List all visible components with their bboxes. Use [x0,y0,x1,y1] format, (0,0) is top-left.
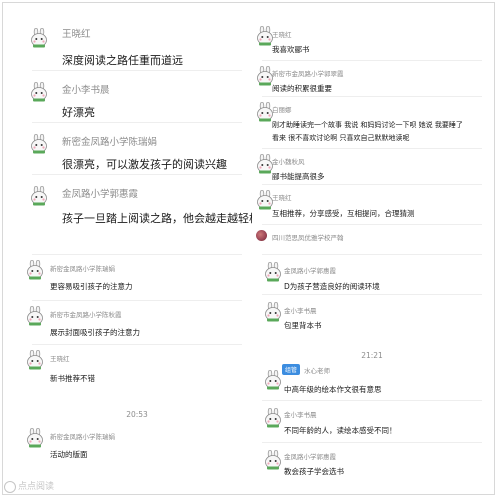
photo-avatar[interactable] [256,230,267,241]
sender-name[interactable]: 金小李书晨 [284,305,317,315]
sender-name[interactable]: 四川范思凤优雅学校严翰 [272,232,344,242]
message-text: 中高年级的绘本作文很有意思 [284,385,382,394]
separator [32,70,242,71]
bunny-avatar-icon[interactable] [264,302,282,322]
sender-name[interactable]: 王晓红 [272,192,292,202]
separator [262,224,482,225]
timestamp: 21:21 [361,351,383,360]
sender-name[interactable]: 王晓红 [62,26,91,40]
separator [262,148,482,149]
timestamp: 20:53 [126,410,148,419]
separator [262,294,482,295]
separator [32,122,242,123]
message-text: 郦书能提高很多 [272,172,325,181]
bunny-avatar-icon[interactable] [26,306,44,326]
message-text: 阅读的积累很重要 [272,84,332,93]
message-text: 展示封面吸引孩子的注意力 [50,328,140,337]
message-text: 更容易吸引孩子的注意力 [50,282,133,291]
separator [262,184,482,185]
message-text: 活动的版面 [50,450,88,459]
separator [262,254,482,255]
sender-name[interactable]: 水心老师 [304,365,330,375]
separator [262,400,482,401]
bunny-avatar-icon[interactable] [30,28,48,48]
left-chat-panel[interactable]: 王晓红 深度阅读之路任重而道远 金小李书晨 好漂亮 新密金凤路小学陈瑞娟 很漂亮… [22,2,252,492]
sender-name[interactable]: 新密金凤路小学陈瑞娟 [62,134,157,148]
bunny-avatar-icon[interactable] [264,450,282,470]
bunny-avatar-icon[interactable] [26,428,44,448]
bunny-avatar-icon[interactable] [264,262,282,282]
separator [32,254,242,255]
message-text: 刚才助睡读完一个故事 我说 和妈妈讨论一下呗 她说 我要睡了 [272,121,463,129]
separator [32,344,242,345]
message-text: D为孩子营造良好的阅读环境 [284,282,380,291]
message-text: 深度阅读之路任重而道远 [62,54,183,67]
message-text: 孩子一旦踏上阅读之路，他会越走越轻松 [62,212,252,225]
sender-name[interactable]: 金凤路小学郭惠霞 [284,265,336,275]
sender-name[interactable]: 金小魏秋风 [272,156,305,166]
right-chat-panel[interactable]: 王晓红 我喜欢郦书 新密市金凤路小学郭翠霞 阅读的积累很重要 白丽娜 刚才助睡读… [252,2,492,492]
sender-name[interactable]: 王晓红 [50,353,70,363]
message-text: 好漂亮 [62,106,95,119]
bunny-avatar-icon[interactable] [30,186,48,206]
separator [262,60,482,61]
message-text: 教会孩子学会选书 [284,467,344,476]
separator [32,300,242,301]
sender-name[interactable]: 新密金凤路小学陈瑞娟 [50,431,115,441]
bunny-avatar-icon[interactable] [26,260,44,280]
watermark-text: 点点阅读 [18,482,55,492]
sender-name[interactable]: 金小李书晨 [284,409,317,419]
watermark-logo-icon [4,480,16,493]
message-text: 互相推荐，分享感受，互相提问，合理猜测 [272,209,415,218]
separator [262,442,482,443]
separator [32,174,242,175]
bunny-avatar-icon[interactable] [30,134,48,154]
message-text-continued: 看来 很不喜欢讨论啊 只喜欢自己默默地读呢 [272,134,410,142]
bunny-avatar-icon[interactable] [264,370,282,390]
message-text: 我喜欢郦书 [272,45,310,54]
bunny-avatar-icon[interactable] [30,82,48,102]
separator [262,96,482,97]
sender-name[interactable]: 王晓红 [272,29,292,39]
message-text: 包里背本书 [284,321,322,330]
bunny-avatar-icon[interactable] [26,350,44,370]
sender-name[interactable]: 新密市金凤路小学郭翠霞 [272,68,344,78]
message-text: 新书推荐不错 [50,374,95,383]
sender-name[interactable]: 金凤路小学郭惠霞 [62,186,138,200]
message-text: 不同年龄的人，读绘本感受不同！ [284,426,397,435]
bunny-avatar-icon[interactable] [264,408,282,428]
sender-name[interactable]: 金小李书晨 [62,82,110,96]
sender-name[interactable]: 金凤路小学郭惠霞 [284,451,336,461]
role-badge: 组管 [282,364,301,375]
sender-name[interactable]: 新密市金凤路小学陈秋霞 [50,309,122,319]
message-text: 很漂亮，可以激发孩子的阅读兴趣 [62,158,227,171]
sender-name[interactable]: 新密金凤路小学陈瑞娟 [50,263,115,273]
watermark: 点点阅读 [4,479,54,493]
sender-name[interactable]: 白丽娜 [272,104,292,114]
